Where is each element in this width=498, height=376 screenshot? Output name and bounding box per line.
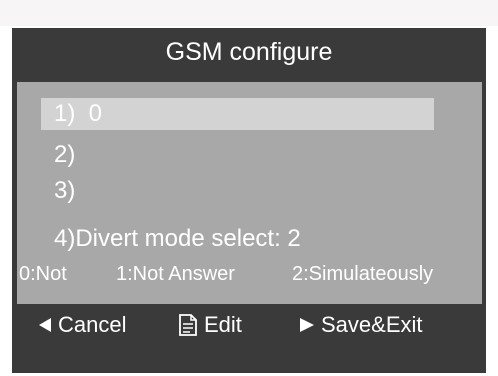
screen-title: GSM configure [165,38,333,66]
edit-button[interactable]: Edit [178,312,242,338]
screen-frame: GSM configure 1) 0 2) 3) 4)Divert mode s… [0,0,498,376]
divert-option-0: 0:Not [19,263,67,285]
top-strip [0,0,498,26]
divert-option-1: 1:Not Answer [116,263,235,285]
document-icon [179,314,197,336]
save-exit-button[interactable]: Save&Exit [299,312,423,338]
left-triangle-icon [39,318,51,332]
divert-option-2: 2:Simulateously [292,263,434,285]
menu-item-2[interactable]: 2) [54,141,75,169]
cancel-button[interactable]: Cancel [38,312,126,338]
right-triangle-icon [300,318,314,332]
cancel-label: Cancel [58,312,127,337]
menu-item-3[interactable]: 3) [54,177,75,205]
softkey-bar: Cancel Edit Save&Exit [12,304,486,346]
edit-label: Edit [204,312,242,337]
menu-item-1[interactable]: 1) 0 [54,100,102,128]
save-exit-label: Save&Exit [321,312,423,337]
menu-item-divert-mode[interactable]: 4)Divert mode select: 2 [54,225,301,253]
bottom-bar [12,348,486,373]
